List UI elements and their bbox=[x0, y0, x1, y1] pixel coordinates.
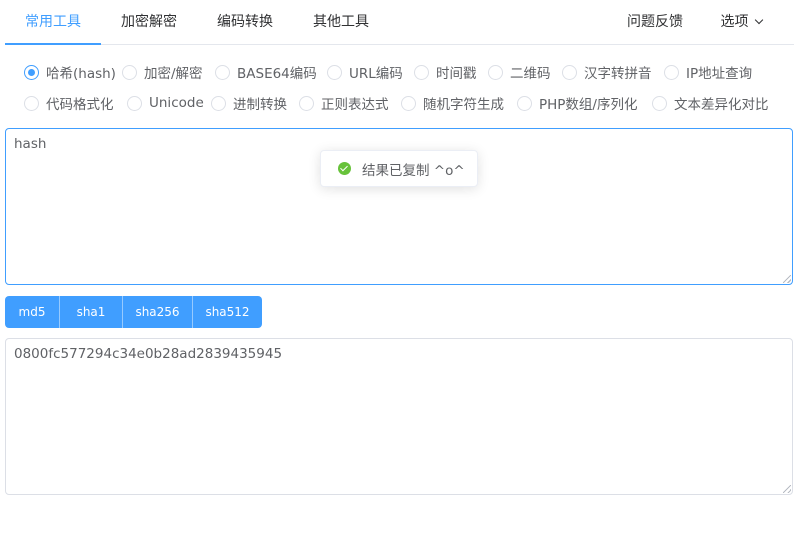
radio-random-string[interactable]: 随机字符生成 bbox=[401, 93, 504, 113]
resize-grip-icon[interactable] bbox=[783, 485, 791, 493]
radio-label: 随机字符生成 bbox=[423, 97, 504, 113]
radio-timestamp[interactable]: 时间戳 bbox=[414, 62, 477, 82]
resize-grip-icon[interactable] bbox=[783, 275, 791, 283]
radio-circle bbox=[215, 64, 230, 80]
copy-success-toast: 结果已复制 ^o^ bbox=[320, 150, 478, 187]
radio-circle bbox=[517, 95, 532, 111]
hash-output[interactable]: 0800fc577294c34e0b28ad2839435945 bbox=[5, 338, 793, 495]
tab-encoding-convert[interactable]: 编码转换 bbox=[197, 0, 293, 44]
radio-base64[interactable]: BASE64编码 bbox=[215, 62, 317, 82]
radio-circle bbox=[122, 64, 137, 80]
radio-regex[interactable]: 正则表达式 bbox=[299, 93, 389, 113]
radio-circle bbox=[562, 64, 577, 80]
radio-label: 汉字转拼音 bbox=[584, 66, 652, 82]
radio-circle bbox=[327, 64, 342, 80]
top-nav: 常用工具 加密解密 编码转换 其他工具 问题反馈 选项 bbox=[5, 0, 794, 45]
tab-common-tools[interactable]: 常用工具 bbox=[5, 0, 101, 45]
options-label: 选项 bbox=[720, 14, 749, 30]
radio-label: 时间戳 bbox=[436, 66, 477, 82]
radio-label: BASE64编码 bbox=[237, 66, 317, 82]
radio-circle bbox=[299, 95, 314, 111]
radio-php-serialize[interactable]: PHP数组/序列化 bbox=[517, 93, 637, 113]
radio-circle bbox=[127, 95, 142, 111]
tab-other-tools[interactable]: 其他工具 bbox=[293, 0, 389, 44]
radio-circle bbox=[211, 95, 226, 111]
radio-encrypt-decrypt[interactable]: 加密/解密 bbox=[122, 62, 203, 82]
radio-label: 文本差异化对比 bbox=[674, 97, 769, 113]
radio-unicode[interactable]: Unicode bbox=[127, 93, 204, 113]
sha1-button[interactable]: sha1 bbox=[60, 296, 123, 328]
radio-label: 加密/解密 bbox=[144, 66, 203, 82]
feedback-link[interactable]: 问题反馈 bbox=[609, 0, 701, 44]
radio-text-diff[interactable]: 文本差异化对比 bbox=[652, 93, 769, 113]
hash-algorithm-buttons: md5 sha1 sha256 sha512 bbox=[5, 296, 262, 328]
sha512-button[interactable]: sha512 bbox=[193, 296, 262, 328]
radio-circle bbox=[24, 95, 39, 111]
radio-label: 二维码 bbox=[510, 66, 551, 82]
success-check-icon bbox=[338, 162, 351, 175]
radio-label: Unicode bbox=[149, 95, 204, 111]
radio-circle bbox=[652, 95, 667, 111]
options-menu[interactable]: 选项 bbox=[701, 0, 781, 44]
radio-code-format[interactable]: 代码格式化 bbox=[24, 93, 114, 113]
radio-label: 代码格式化 bbox=[46, 97, 114, 113]
tab-encrypt-decrypt[interactable]: 加密解密 bbox=[101, 0, 197, 44]
chevron-down-icon bbox=[754, 15, 763, 25]
radio-label: IP地址查询 bbox=[686, 66, 753, 82]
radio-hash[interactable]: 哈希(hash) bbox=[24, 62, 116, 82]
radio-circle bbox=[24, 64, 39, 80]
radio-label: 进制转换 bbox=[233, 97, 287, 113]
md5-button[interactable]: md5 bbox=[5, 296, 60, 328]
radio-label: URL编码 bbox=[349, 66, 403, 82]
radio-label: 哈希(hash) bbox=[46, 66, 116, 82]
radio-label: 正则表达式 bbox=[321, 97, 389, 113]
radio-pinyin[interactable]: 汉字转拼音 bbox=[562, 62, 652, 82]
radio-circle bbox=[664, 64, 679, 80]
radio-circle bbox=[401, 95, 416, 111]
radio-circle bbox=[414, 64, 429, 80]
toast-message: 结果已复制 ^o^ bbox=[362, 162, 465, 179]
radio-label: PHP数组/序列化 bbox=[539, 97, 638, 113]
radio-ip-lookup[interactable]: IP地址查询 bbox=[664, 62, 752, 82]
radio-qrcode[interactable]: 二维码 bbox=[488, 62, 551, 82]
sha256-button[interactable]: sha256 bbox=[123, 296, 193, 328]
radio-radix-convert[interactable]: 进制转换 bbox=[211, 93, 287, 113]
radio-url-encode[interactable]: URL编码 bbox=[327, 62, 403, 82]
radio-circle bbox=[488, 64, 503, 80]
